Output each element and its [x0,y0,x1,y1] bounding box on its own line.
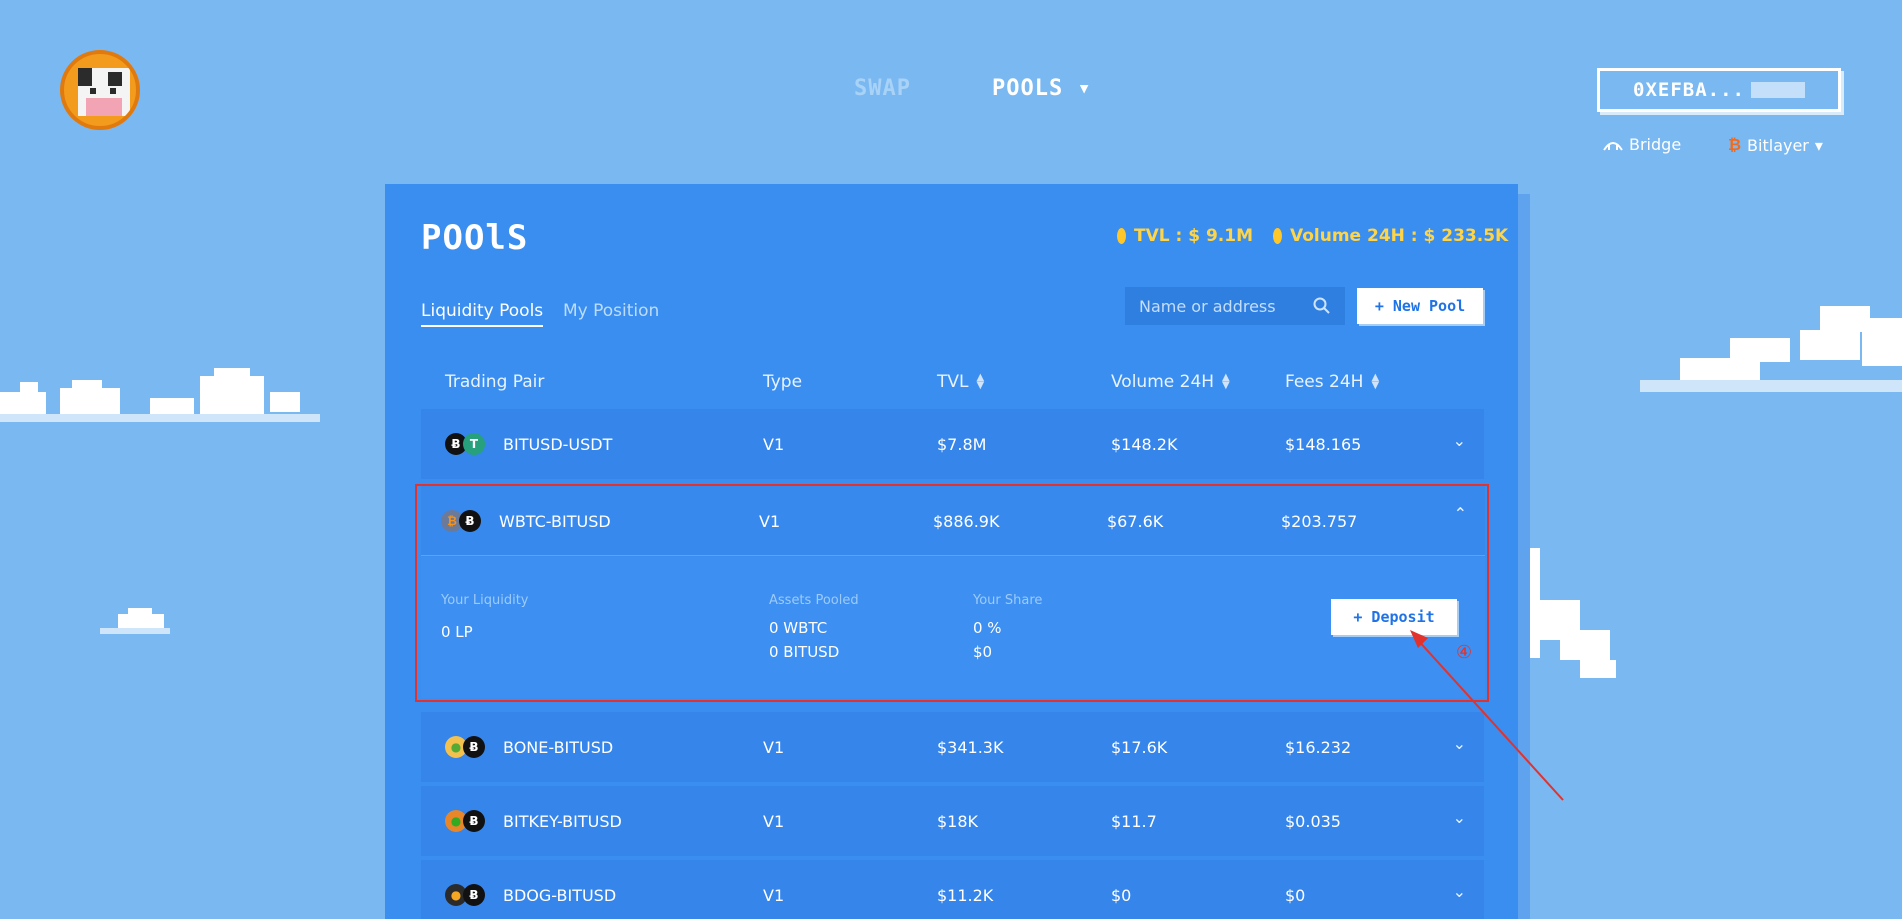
header-label: TVL [937,372,969,392]
sort-icon[interactable]: ▲ ▼ [1222,373,1230,391]
chain-label: Bitlayer [1747,135,1809,155]
pool-fees: $16.232 [1285,738,1352,757]
pool-fees: $0.035 [1285,812,1341,831]
table-row[interactable]: ● Ƀ BONE-BITUSD V1 $341.3K $17.6K $16.23… [421,712,1484,782]
pool-tvl: $341.3K [937,738,1004,757]
search-icon [1313,297,1330,314]
pool-type: V1 [759,512,781,531]
header-label: Volume 24H [1111,372,1215,392]
bridge-link[interactable]: Bridge [1603,135,1681,154]
tab-liquidity-pools[interactable]: Liquidity Pools [421,301,544,327]
pair-name: BONE-BITUSD [503,738,614,757]
table-row[interactable]: ● Ƀ BDOG-BITUSD V1 $11.2K $0 $0 ⌄ [421,860,1484,919]
chain-selector[interactable]: ₿ Bitlayer ▾ [1728,135,1823,155]
bitusd-icon: Ƀ [459,510,481,532]
volume-stat: Volume 24H : $ 233.5K [1273,226,1508,246]
pool-volume: $67.6K [1107,512,1164,531]
pools-panel: POOlS TVL : $ 9.1M Volume 24H : $ 233.5K… [385,184,1518,919]
bridge-icon [1603,141,1623,151]
pair-icons: Ƀ T [445,433,487,457]
coin-icon [1117,228,1126,244]
assets-pooled-wbtc: 0 WBTC [769,619,828,637]
chevron-down-icon[interactable]: ⌄ [1453,431,1466,450]
annotation-label: ④ [1456,642,1473,663]
your-liquidity-label: Your Liquidity [441,593,529,608]
chevron-down-icon[interactable]: ⌄ [1453,882,1466,901]
chevron-down-icon: ▾ [1077,76,1092,101]
search-input[interactable] [1139,296,1299,316]
pool-fees: $148.165 [1285,435,1362,454]
pair-icons: ● Ƀ [445,810,487,834]
nav-pools[interactable]: POOLS ▾ [992,76,1092,101]
tab-my-position[interactable]: My Position [563,301,659,321]
nav-swap[interactable]: SWAP [854,76,911,101]
page-title: POOlS [421,218,529,258]
pool-tvl: $11.2K [937,886,994,905]
pool-tvl: $7.8M [937,435,987,454]
table-row[interactable]: Ƀ T BITUSD-USDT V1 $7.8M $148.2K $148.16… [421,409,1484,479]
pool-volume: $0 [1111,886,1132,905]
pool-fees: $0 [1285,886,1306,905]
volume-value: Volume 24H : $ 233.5K [1290,226,1509,246]
header-type: Type [763,372,802,392]
tvl-stat: TVL : $ 9.1M [1117,226,1253,246]
assets-pooled-label: Assets Pooled [769,593,859,608]
pair-name: BITUSD-USDT [503,435,613,454]
chevron-down-icon: ▾ [1814,135,1823,155]
expanded-row: ₿ Ƀ WBTC-BITUSD V1 $886.9K $67.6K $203.7… [415,484,1489,702]
pair-icons: ● Ƀ [445,884,487,908]
pool-type: V1 [763,738,785,757]
chevron-down-icon[interactable]: ⌄ [1453,808,1466,827]
pair-name: BDOG-BITUSD [503,886,617,905]
search-box[interactable] [1125,287,1345,325]
usdt-icon: T [463,433,485,455]
header-fees[interactable]: Fees 24H ▲ ▼ [1285,372,1379,392]
pool-volume: $148.2K [1111,435,1178,454]
header-label: Fees 24H [1285,372,1364,392]
sort-icon[interactable]: ▲ ▼ [1371,373,1379,391]
table-row[interactable]: ● Ƀ BITKEY-BITUSD V1 $18K $11.7 $0.035 ⌄ [421,786,1484,856]
wallet-address: 0XEFBA... [1633,79,1745,101]
header-tvl[interactable]: TVL ▲ ▼ [937,372,984,392]
pool-tvl: $886.9K [933,512,1000,531]
wallet-address-button[interactable]: 0XEFBA... [1597,68,1841,112]
chevron-up-icon[interactable]: ⌃ [1454,504,1467,523]
your-liquidity-value: 0 LP [441,623,473,641]
header-trading-pair: Trading Pair [445,372,544,392]
bitusd-icon: Ƀ [463,884,485,906]
sort-icon[interactable]: ▲ ▼ [977,373,985,391]
coin-icon [1273,228,1282,244]
pool-type: V1 [763,812,785,831]
pair-name: WBTC-BITUSD [499,512,611,531]
pair-icons: ₿ Ƀ [441,510,483,534]
pool-tvl: $18K [937,812,979,831]
liquidity-details: Your Liquidity 0 LP Assets Pooled 0 WBTC… [421,557,1485,698]
header-volume[interactable]: Volume 24H ▲ ▼ [1111,372,1230,392]
annotation-arrow [1410,630,1564,801]
table-row[interactable]: ₿ Ƀ WBTC-BITUSD V1 $886.9K $67.6K $203.7… [421,486,1485,556]
bitusd-icon: Ƀ [463,810,485,832]
your-share-label: Your Share [973,593,1043,608]
pool-fees: $203.757 [1281,512,1358,531]
bitusd-icon: Ƀ [463,736,485,758]
tvl-value: TVL : $ 9.1M [1134,226,1253,246]
header-label: Type [763,372,803,392]
your-share-percent: 0 % [973,619,1002,637]
nav-pools-label: POOLS [992,76,1064,101]
assets-pooled-bitusd: 0 BITUSD [769,643,840,661]
your-share-value: $0 [973,643,993,661]
pool-volume: $17.6K [1111,738,1168,757]
pool-type: V1 [763,435,785,454]
new-pool-button[interactable]: + New Pool [1357,288,1483,324]
redacted-mask [1750,82,1805,98]
bridge-label: Bridge [1629,135,1682,154]
header-label: Trading Pair [445,372,545,392]
pair-name: BITKEY-BITUSD [503,812,622,831]
pool-volume: $11.7 [1111,812,1157,831]
bitlayer-icon: ₿ [1728,135,1742,154]
app-logo[interactable] [60,50,140,130]
pool-type: V1 [763,886,785,905]
pair-icons: ● Ƀ [445,736,487,760]
